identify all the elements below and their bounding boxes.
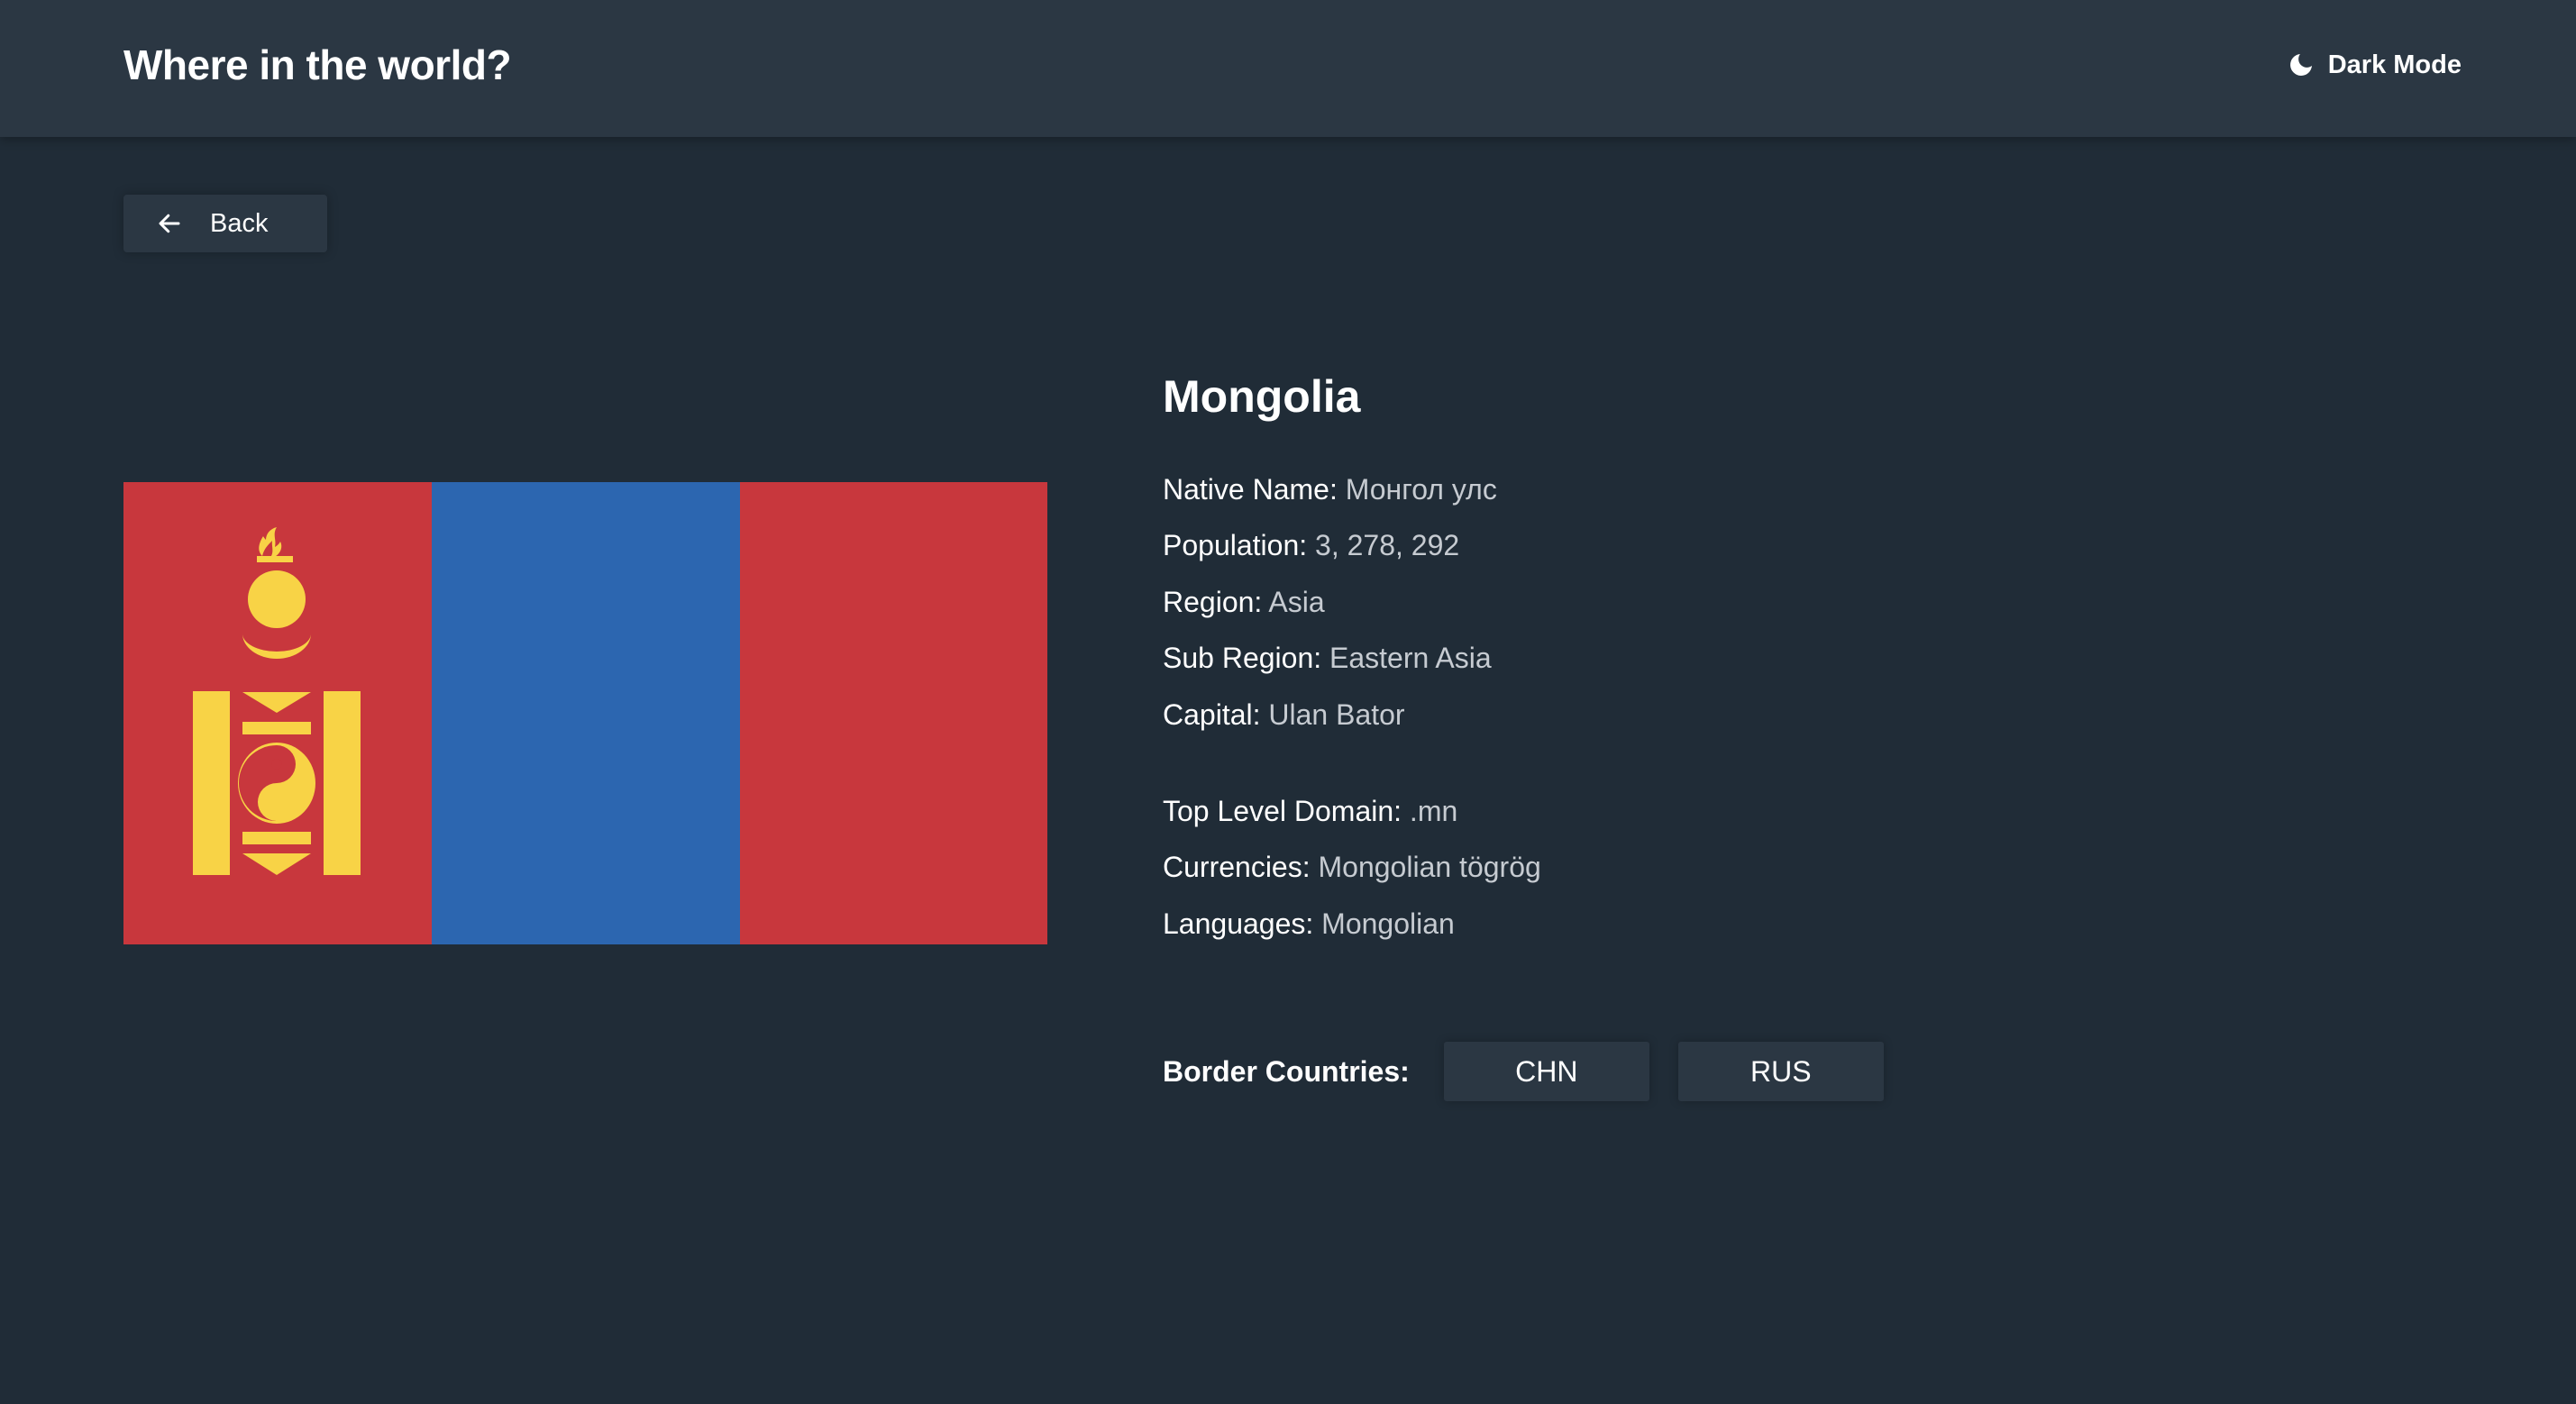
border-countries: Border Countries: CHN RUS [1163, 1042, 1913, 1101]
currencies-label: Currencies: [1163, 851, 1311, 884]
top-nav-bar: Where in the world? Dark Mode [0, 0, 2576, 137]
dark-mode-toggle[interactable]: Dark Mode [2287, 45, 2462, 85]
sub-region-row: Sub Region: Eastern Asia [1163, 633, 1497, 688]
capital-label: Capital: [1163, 697, 1261, 731]
sub-region-label: Sub Region: [1163, 642, 1322, 675]
population-value: 3, 278, 292 [1315, 529, 1460, 562]
top-level-domain-row: Top Level Domain: .mn [1163, 786, 1541, 842]
back-button-label: Back [210, 208, 269, 238]
moon-icon [2287, 50, 2316, 79]
top-level-domain-value: .mn [1409, 795, 1458, 827]
border-country-rus[interactable]: RUS [1677, 1042, 1884, 1101]
region-row: Region: Asia [1163, 577, 1497, 633]
currencies-row: Currencies: Mongolian tögrög [1163, 842, 1541, 898]
sub-region-value: Eastern Asia [1329, 642, 1492, 675]
population-row: Population: 3, 278, 292 [1163, 520, 1497, 576]
native-name-value: Монгол улс [1345, 473, 1497, 506]
native-name-row: Native Name: Монгол улс [1163, 464, 1497, 520]
top-level-domain-label: Top Level Domain: [1163, 795, 1402, 827]
country-details-secondary: Top Level Domain: .mn Currencies: Mongol… [1163, 786, 1541, 954]
languages-value: Mongolian [1321, 907, 1455, 940]
capital-row: Capital: Ulan Bator [1163, 689, 1497, 745]
border-countries-label: Border Countries: [1163, 1054, 1410, 1088]
currencies-value: Mongolian tögrög [1318, 851, 1541, 884]
languages-label: Languages: [1163, 907, 1314, 940]
country-details-primary: Native Name: Монгол улс Population: 3, 2… [1163, 464, 1497, 745]
region-label: Region: [1163, 585, 1263, 618]
region-value: Asia [1268, 585, 1325, 618]
native-name-label: Native Name: [1163, 473, 1338, 506]
app-title: Where in the world? [123, 41, 512, 88]
dark-mode-label: Dark Mode [2327, 50, 2462, 79]
country-flag-image [123, 482, 1047, 944]
capital-value: Ulan Bator [1268, 697, 1405, 731]
country-name: Mongolia [1163, 371, 1361, 422]
border-country-chn[interactable]: CHN [1443, 1042, 1649, 1101]
arrow-left-icon [156, 210, 183, 237]
languages-row: Languages: Mongolian [1163, 898, 1541, 954]
back-button[interactable]: Back [123, 195, 327, 252]
population-label: Population: [1163, 529, 1308, 562]
